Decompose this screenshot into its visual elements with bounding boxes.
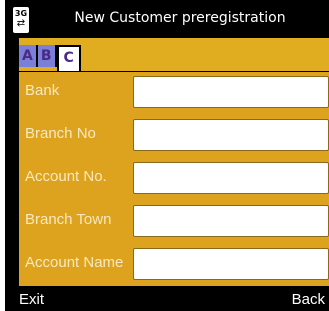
exit-softkey[interactable]: Exit xyxy=(19,291,44,309)
branch-town-input[interactable] xyxy=(133,205,329,237)
bank-label: Bank xyxy=(25,82,60,99)
network-arrows-icon: ⇄ xyxy=(16,18,26,29)
field-account-no: Account No. xyxy=(19,158,329,198)
back-softkey[interactable]: Back xyxy=(292,291,325,309)
network-3g-icon: 3G ⇄ xyxy=(13,7,29,33)
tab-list: A B C xyxy=(19,45,81,72)
tab-a[interactable]: A xyxy=(19,45,38,67)
tab-c[interactable]: C xyxy=(56,45,81,72)
softkey-bar: Exit Back xyxy=(5,286,329,311)
account-no-input[interactable] xyxy=(133,162,329,194)
phone-screen: 3G ⇄ New Customer preregistration A B C … xyxy=(5,0,329,311)
account-name-label: Account Name xyxy=(25,254,124,271)
tab-bar: A B C xyxy=(19,38,329,72)
branch-no-input[interactable] xyxy=(133,119,329,151)
registration-form: Bank Branch No Account No. Branch Town A… xyxy=(19,72,329,286)
bank-input[interactable] xyxy=(133,76,329,108)
branch-town-label: Branch Town xyxy=(25,211,112,228)
network-badge-text: 3G xyxy=(14,9,28,18)
field-branch-town: Branch Town xyxy=(19,201,329,241)
title-bar: 3G ⇄ New Customer preregistration xyxy=(5,0,329,38)
field-account-name: Account Name xyxy=(19,244,329,284)
account-name-input[interactable] xyxy=(133,248,329,280)
branch-no-label: Branch No xyxy=(25,125,96,142)
tab-b[interactable]: B xyxy=(37,45,57,67)
field-branch-no: Branch No xyxy=(19,115,329,155)
field-bank: Bank xyxy=(19,72,329,112)
page-title: New Customer preregistration xyxy=(74,10,286,26)
account-no-label: Account No. xyxy=(25,168,107,185)
